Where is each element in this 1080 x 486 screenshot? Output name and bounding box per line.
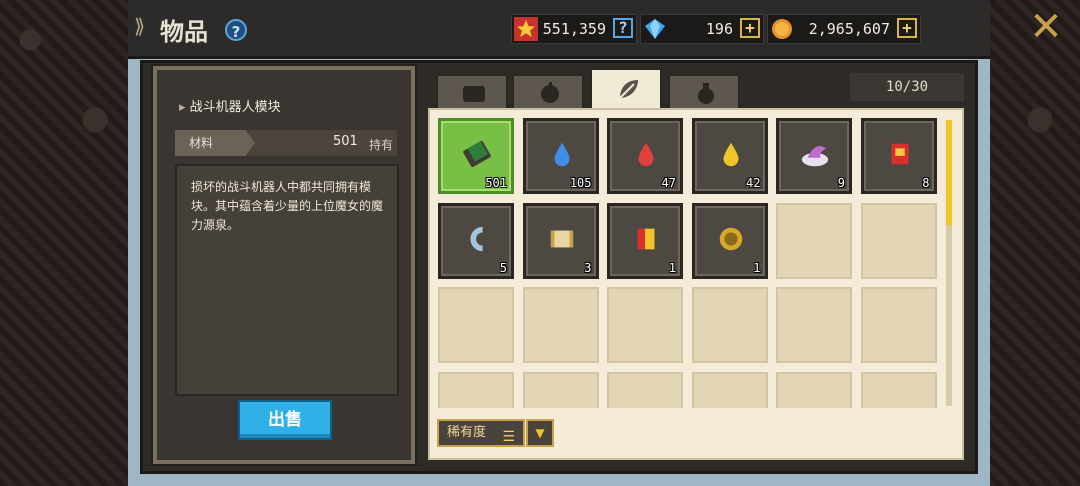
empty-slot[interactable] <box>607 287 683 363</box>
item-quantity: 9 <box>837 176 845 190</box>
item-count: 501 <box>333 134 358 149</box>
item-slot[interactable]: 9 <box>776 118 852 194</box>
slot-count: 10/30 <box>850 73 964 101</box>
sort-dropdown-button[interactable]: ▼ <box>526 419 554 447</box>
item-slot[interactable]: 1 <box>691 202 768 279</box>
sell-button[interactable]: 出售 <box>238 400 332 440</box>
item-slot[interactable]: 1 <box>607 202 683 279</box>
scroll-icon <box>550 230 573 247</box>
item-description: 损坏的战斗机器人中都共同拥有模块。其中蕴含着少量的上位魔女的魔力源泉。 <box>191 180 384 232</box>
empty-slot[interactable] <box>438 287 514 363</box>
item-quantity: 501 <box>485 176 507 190</box>
item-category: 材料 <box>175 130 255 156</box>
description-box: 损坏的战斗机器人中都共同拥有模块。其中蕴含着少量的上位魔女的魔力源泉。 <box>175 164 399 396</box>
item-slot[interactable]: 3 <box>522 202 599 279</box>
horseshoe-icon <box>470 226 483 251</box>
scrollbar-thumb[interactable] <box>946 120 952 225</box>
stamina-value: 551,359 <box>542 20 606 38</box>
empty-slot[interactable] <box>691 287 768 363</box>
item-quantity: 8 <box>922 176 930 190</box>
item-name: 战斗机器人模块 <box>179 96 281 115</box>
left-background-pattern <box>0 0 135 486</box>
empty-slot[interactable] <box>607 371 683 408</box>
witch-hat-icon <box>801 146 829 167</box>
item-slot[interactable]: 501 <box>438 118 514 194</box>
item-quantity: 1 <box>753 260 761 275</box>
sort-button[interactable]: 稀有度 ☰ <box>437 419 525 447</box>
item-slot[interactable]: 47 <box>607 118 683 194</box>
chest-icon <box>463 86 485 102</box>
empty-slot[interactable] <box>691 371 768 408</box>
stamina-help-button[interactable]: ? <box>613 18 633 38</box>
empty-slot[interactable] <box>522 287 599 363</box>
gem-value: 196 <box>705 20 733 38</box>
robot-module-icon <box>463 140 491 168</box>
apple-icon <box>541 82 559 103</box>
item-slot[interactable]: 42 <box>691 118 768 194</box>
gold-value: 2,965,607 <box>808 20 890 38</box>
gem-currency: 196 + <box>640 14 764 44</box>
list-icon: ☰ <box>502 429 515 445</box>
sort-label: 稀有度 <box>447 425 487 440</box>
item-slot[interactable]: 105 <box>522 118 599 194</box>
empty-slot[interactable] <box>776 371 852 408</box>
gold-medal-icon <box>719 227 742 250</box>
empty-slot[interactable] <box>860 371 937 408</box>
pouch-icon <box>698 83 714 104</box>
item-quantity: 42 <box>746 176 761 190</box>
tab-chest[interactable] <box>436 74 508 110</box>
empty-slot[interactable] <box>776 287 852 363</box>
empty-slot[interactable] <box>522 371 599 408</box>
gold-coin-icon <box>772 19 792 39</box>
item-quantity: 5 <box>499 260 507 275</box>
item-quantity: 105 <box>569 176 592 190</box>
empty-slot[interactable] <box>438 371 514 408</box>
yellow-drop-icon <box>723 142 738 167</box>
owned-label: 持有 <box>369 138 394 152</box>
gold-add-button[interactable]: + <box>897 18 917 38</box>
help-icon[interactable]: ? <box>225 19 247 41</box>
gem-icon <box>645 19 665 39</box>
red-gold-tome-icon <box>637 228 655 249</box>
item-quantity: 3 <box>584 260 592 275</box>
page-title: 物品 <box>160 18 208 46</box>
red-book-icon <box>891 143 908 165</box>
empty-slot[interactable] <box>860 287 937 363</box>
close-icon[interactable]: ✕ <box>1028 7 1064 47</box>
item-slot[interactable]: 5 <box>438 202 514 279</box>
red-drop-icon <box>638 142 654 167</box>
empty-slot[interactable] <box>860 202 937 279</box>
tab-food[interactable] <box>512 74 584 110</box>
item-grid: 501 105 47 42 9 8 5 3 1 1 <box>438 118 944 408</box>
tab-materials[interactable] <box>590 68 662 110</box>
empty-slot[interactable] <box>776 202 852 279</box>
leaf-icon <box>619 80 638 99</box>
blue-drop-icon <box>554 142 569 167</box>
item-quantity: 47 <box>661 176 676 190</box>
back-chevron-icon[interactable]: ⟫ <box>134 14 145 38</box>
item-slot[interactable]: 8 <box>860 118 937 194</box>
tab-pouch[interactable] <box>668 74 740 110</box>
item-quantity: 1 <box>668 260 676 275</box>
star-icon <box>514 17 538 41</box>
gold-currency: 2,965,607 + <box>767 14 921 44</box>
stamina-currency: 551,359 ? <box>511 14 637 44</box>
gem-add-button[interactable]: + <box>740 18 760 38</box>
